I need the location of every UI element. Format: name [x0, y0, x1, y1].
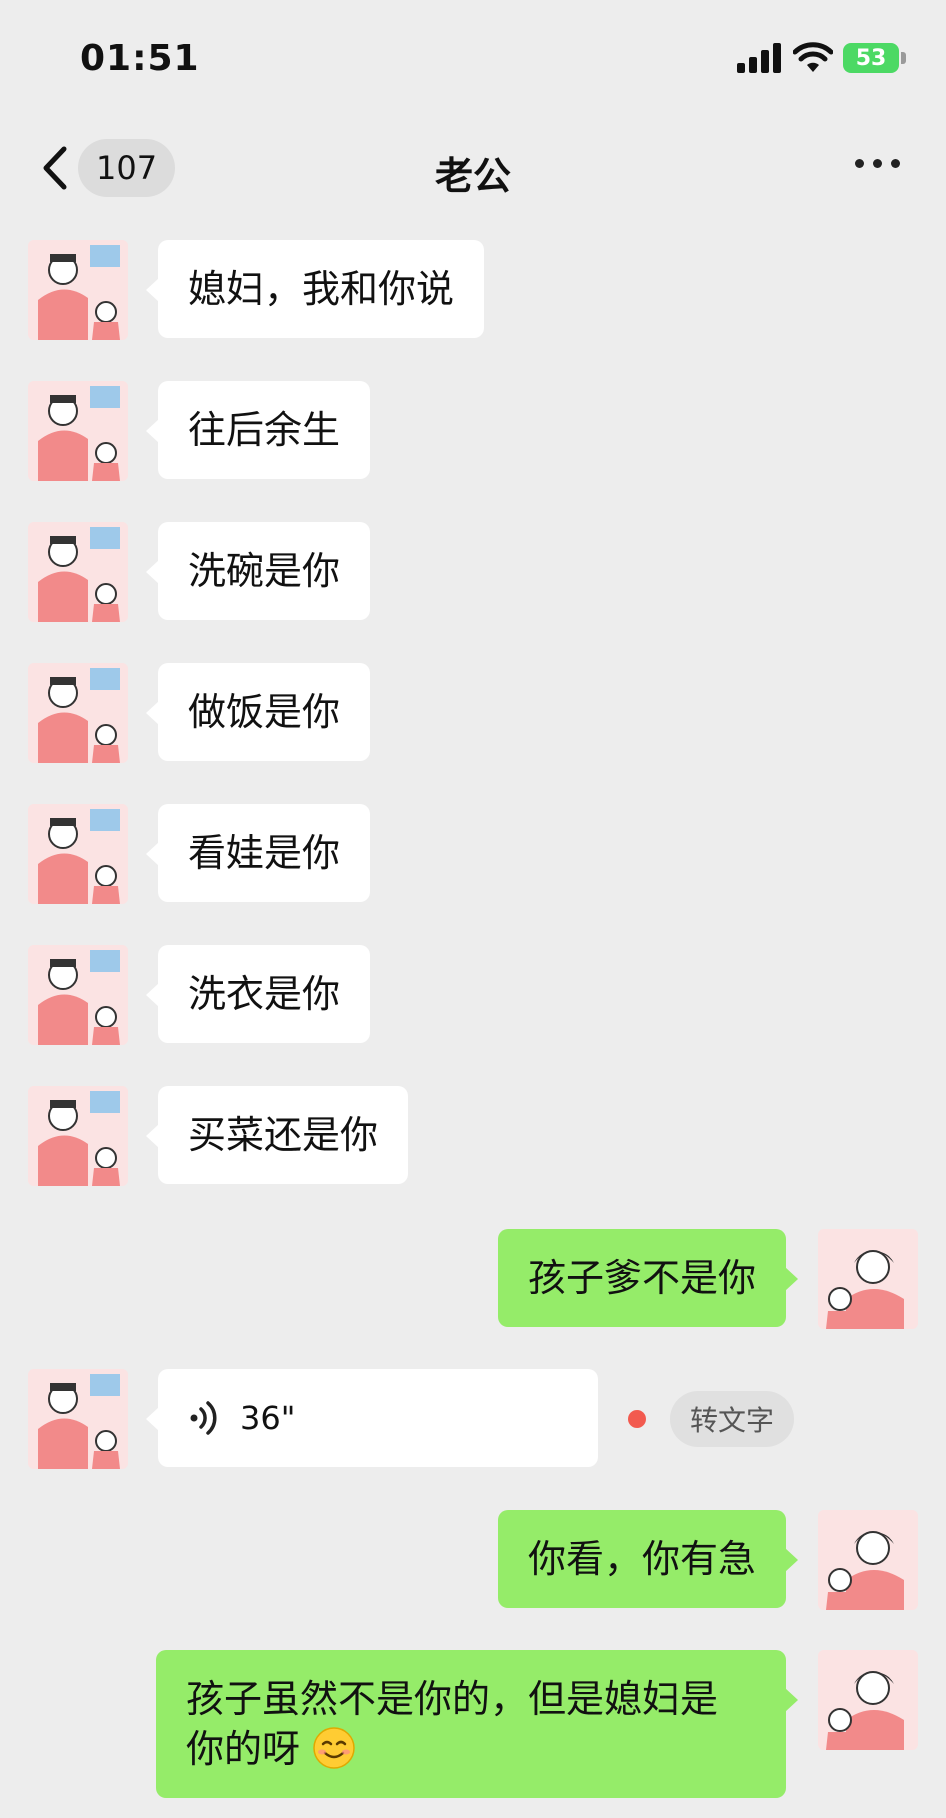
battery-icon: 53	[843, 43, 899, 73]
contact-avatar[interactable]	[28, 945, 128, 1045]
self-avatar[interactable]	[818, 1510, 918, 1610]
self-avatar[interactable]	[818, 1650, 918, 1750]
voice-message-bubble[interactable]: 36"	[146, 1369, 598, 1467]
message-text: 你的呀	[186, 1727, 301, 1771]
voice-wave-icon	[190, 1401, 217, 1435]
status-time: 01:51	[80, 38, 200, 79]
incoming-message-bubble[interactable]: 买菜还是你	[145, 1086, 409, 1184]
battery-level: 53	[855, 45, 887, 71]
incoming-message-bubble[interactable]: 媳妇，我和你说	[145, 240, 485, 338]
contact-avatar[interactable]	[28, 381, 128, 481]
voice-duration: 36"	[240, 1399, 296, 1437]
unread-voice-dot	[628, 1410, 646, 1428]
contact-avatar[interactable]	[28, 663, 128, 763]
convert-to-text-button[interactable]: 转文字	[670, 1391, 795, 1447]
incoming-message-bubble[interactable]: 看娃是你	[145, 804, 371, 902]
incoming-message-bubble[interactable]: 往后余生	[145, 381, 371, 479]
nav-bar: 107 老公	[0, 135, 946, 201]
status-icons: 53	[737, 42, 906, 74]
contact-avatar[interactable]	[28, 1369, 128, 1469]
incoming-message-bubble[interactable]: 洗衣是你	[145, 945, 371, 1043]
incoming-message-bubble[interactable]: 做饭是你	[145, 663, 371, 761]
battery-tip	[901, 52, 906, 64]
message-line: 孩子虽然不是你的，但是媳妇是	[186, 1677, 719, 1721]
contact-avatar[interactable]	[28, 804, 128, 904]
contact-avatar[interactable]	[28, 1086, 128, 1186]
chat-title: 老公	[434, 154, 511, 198]
contact-avatar[interactable]	[28, 522, 128, 622]
chat-screen: 01:51 53 107 老公 媳妇，我和你说 往后余生 洗碗是你 做饭是你 看…	[0, 0, 946, 1818]
outgoing-message-bubble[interactable]: 孩子爹不是你	[497, 1229, 799, 1327]
outgoing-message-bubble[interactable]: 孩子虽然不是你的，但是媳妇是 你的呀	[156, 1650, 798, 1798]
outgoing-message-bubble[interactable]: 你看，你有急	[497, 1510, 799, 1608]
message-line-2: 你的呀	[186, 1724, 756, 1774]
more-options-icon[interactable]	[855, 159, 900, 168]
cellular-signal-icon	[737, 43, 781, 73]
contact-avatar[interactable]	[28, 240, 128, 340]
self-avatar[interactable]	[818, 1229, 918, 1329]
wifi-icon	[793, 42, 833, 72]
smiling-face-emoji-icon	[313, 1727, 355, 1769]
incoming-message-bubble[interactable]: 洗碗是你	[145, 522, 371, 620]
